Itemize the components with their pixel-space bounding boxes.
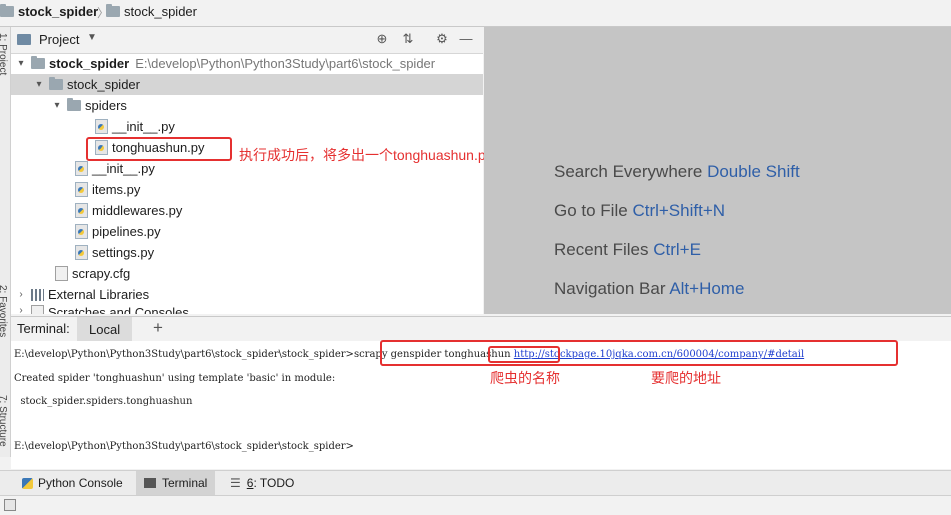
breadcrumb-item-root[interactable]: stock_spider — [0, 4, 98, 19]
tree-row-settings[interactable]: settings.py — [11, 242, 483, 263]
terminal-header: Terminal: Local + — [11, 316, 951, 342]
project-panel: Project ▼ ⊕ ⇅ ⚙ — ▾ stock_spider E:\deve… — [11, 27, 483, 314]
add-terminal-icon[interactable]: + — [153, 318, 163, 338]
collapse-all-icon[interactable]: ⇅ — [401, 32, 415, 46]
python-icon — [22, 477, 33, 489]
hide-icon[interactable]: — — [459, 32, 473, 46]
project-panel-header: Project ▼ ⊕ ⇅ ⚙ — — [11, 27, 483, 54]
tab-todo[interactable]: ☰ 6: TODO — [222, 471, 302, 495]
structure-tool-label[interactable]: 7: Structure — [0, 395, 8, 447]
terminal-title: Terminal: — [17, 321, 70, 336]
tree-row-middlewares[interactable]: middlewares.py — [11, 200, 483, 221]
expand-arrow-icon[interactable]: ▾ — [51, 100, 63, 111]
project-view-icon — [17, 34, 31, 45]
status-bar — [0, 495, 951, 515]
editor-empty-area: Search Everywhere Double Shift Go to Fil… — [484, 27, 951, 314]
project-view-title[interactable]: Project — [39, 32, 79, 47]
hint-navigation-bar: Navigation Bar Alt+Home — [554, 279, 745, 298]
python-file-icon — [75, 161, 88, 176]
breadcrumb-item-module[interactable]: stock_spider — [106, 4, 197, 19]
todo-list-icon: ☰ — [230, 476, 241, 490]
collapsed-arrow-icon[interactable]: › — [15, 289, 27, 300]
python-file-icon — [75, 245, 88, 260]
tree-row-spiders[interactable]: ▾ spiders — [11, 95, 483, 116]
bottom-tool-bar: Python Console Terminal ☰ 6: TODO — [0, 470, 951, 495]
command-highlight-box — [380, 340, 898, 366]
tree-row-spiders-init[interactable]: __init__.py — [11, 116, 483, 137]
python-file-icon — [75, 224, 88, 239]
spider-name-highlight-box — [488, 346, 560, 363]
expand-arrow-icon[interactable]: ▾ — [15, 58, 27, 69]
tree-row-scrapy-cfg[interactable]: scrapy.cfg — [11, 263, 483, 284]
toggle-tool-windows-icon[interactable] — [4, 499, 16, 511]
folder-icon — [49, 77, 63, 90]
tree-row-pipelines[interactable]: pipelines.py — [11, 221, 483, 242]
breadcrumb: stock_spider 〉 stock_spider — [0, 0, 951, 27]
tree-row-stock-spider[interactable]: ▾ stock_spider — [11, 74, 483, 95]
tree-row-scratches[interactable]: › Scratches and Consoles — [11, 305, 483, 314]
terminal-icon — [144, 478, 156, 488]
collapsed-arrow-icon[interactable]: › — [15, 305, 27, 314]
hint-search-everywhere: Search Everywhere Double Shift — [554, 162, 800, 181]
expand-arrow-icon[interactable]: ▾ — [33, 79, 45, 90]
project-tool-label[interactable]: 1: Project — [0, 33, 8, 75]
python-file-icon — [75, 203, 88, 218]
url-annotation: 要爬的地址 — [651, 370, 721, 386]
folder-icon — [31, 56, 45, 69]
left-tool-stripe: 1: Project 2: Favorites 7: Structure — [0, 27, 11, 457]
gear-icon[interactable]: ⚙ — [435, 32, 449, 46]
folder-icon — [106, 4, 120, 17]
config-file-icon — [55, 266, 68, 281]
spider-name-annotation: 爬虫的名称 — [490, 370, 560, 386]
hint-go-to-file: Go to File Ctrl+Shift+N — [554, 201, 726, 220]
tab-terminal[interactable]: Terminal — [136, 471, 216, 495]
python-file-icon — [75, 182, 88, 197]
tab-local[interactable]: Local — [77, 317, 133, 341]
terminal-created-line: Created spider 'tonghuashun' using templ… — [14, 373, 336, 384]
tree-row-items[interactable]: items.py — [11, 179, 483, 200]
python-file-icon — [95, 119, 108, 134]
chevron-down-icon[interactable]: ▼ — [87, 32, 97, 43]
terminal-prompt-line: E:\develop\Python\Python3Study\part6\sto… — [14, 441, 354, 452]
tree-row-external-libraries[interactable]: › External Libraries — [11, 284, 483, 305]
file-highlight-box — [86, 137, 232, 161]
folder-icon — [67, 98, 81, 111]
terminal-module-line: stock_spider.spiders.tonghuashun — [14, 396, 193, 407]
folder-icon — [0, 4, 14, 17]
scratch-icon — [31, 305, 44, 314]
tree-row-project-root[interactable]: ▾ stock_spider E:\develop\Python\Python3… — [11, 53, 483, 74]
library-icon — [31, 288, 44, 301]
favorites-tool-label[interactable]: 2: Favorites — [0, 285, 8, 337]
locate-icon[interactable]: ⊕ — [375, 32, 389, 46]
hint-recent-files: Recent Files Ctrl+E — [554, 240, 701, 259]
tab-python-console[interactable]: Python Console — [14, 471, 131, 495]
